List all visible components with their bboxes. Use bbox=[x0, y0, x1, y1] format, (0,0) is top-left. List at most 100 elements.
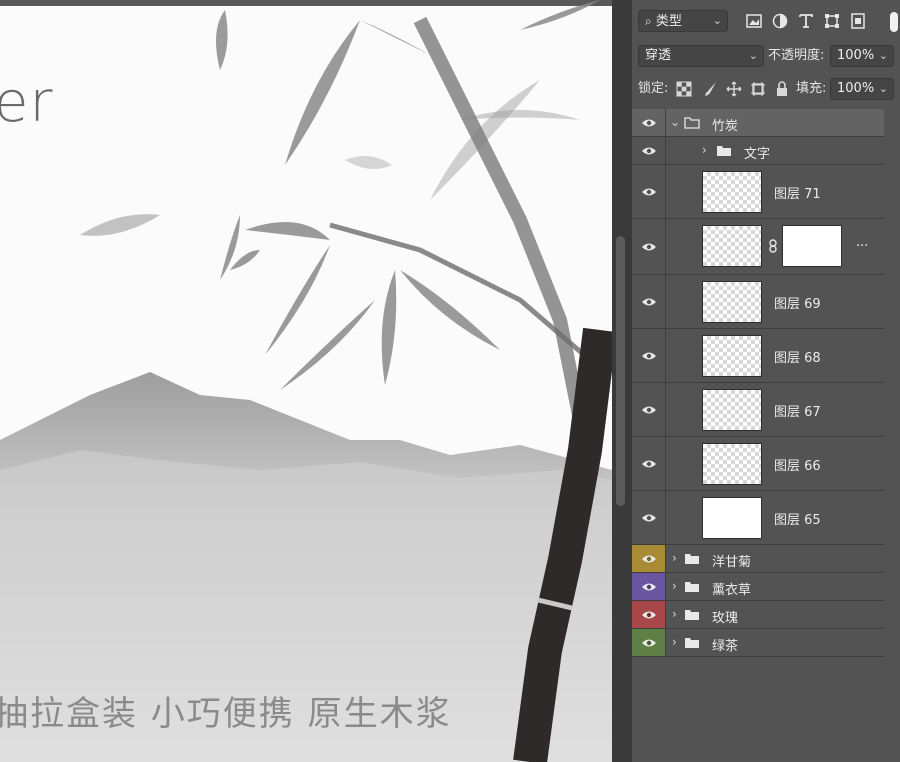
layer-group-text[interactable]: › 文字 bbox=[632, 137, 884, 165]
layer-thumbnail bbox=[702, 171, 762, 213]
layers-list: ⌄ 竹炭 › 文字 图层 71 ... 图层 69 图层 68 图层 67 图层… bbox=[632, 109, 900, 659]
visibility-toggle[interactable] bbox=[632, 109, 666, 136]
canvas-vertical-scrollbar[interactable] bbox=[616, 236, 625, 506]
blend-mode-dropdown[interactable]: 穿透 ⌄ bbox=[638, 45, 764, 67]
fill-value: 100% bbox=[837, 81, 875, 96]
chevron-down-icon: ⌄ bbox=[748, 49, 758, 62]
slogan-text: 抽拉盒装 小巧便携 原生木浆 bbox=[0, 694, 452, 734]
layer-filter-kind-value: 类型 bbox=[655, 14, 682, 29]
eye-icon bbox=[641, 583, 656, 590]
chevron-down-icon: ⌄ bbox=[878, 49, 888, 62]
eye-icon bbox=[641, 243, 656, 250]
layer-thumbnail bbox=[702, 497, 762, 539]
eye-icon bbox=[641, 611, 656, 618]
chevron-right-icon[interactable]: › bbox=[702, 143, 707, 157]
link-icon[interactable] bbox=[768, 239, 778, 253]
layer-name: 文字 bbox=[744, 147, 771, 162]
adjustment-layer-filter-icon[interactable] bbox=[772, 13, 788, 29]
opacity-input[interactable]: 100% ⌄ bbox=[830, 45, 894, 67]
visibility-toggle[interactable] bbox=[632, 165, 666, 218]
chevron-right-icon[interactable]: › bbox=[672, 579, 677, 593]
pixel-layer-filter-icon[interactable] bbox=[746, 13, 762, 29]
type-layer-filter-icon[interactable] bbox=[798, 13, 814, 29]
layer-name: 图层 65 bbox=[774, 513, 821, 528]
fill-label: 填充: bbox=[796, 81, 827, 96]
smart-object-filter-icon[interactable] bbox=[850, 13, 866, 29]
lock-image-pixels-icon[interactable] bbox=[702, 81, 718, 97]
layer-thumbnail bbox=[702, 281, 762, 323]
layer-name: 薰衣草 bbox=[712, 583, 752, 598]
folder-open-icon bbox=[684, 117, 700, 129]
folder-icon bbox=[685, 554, 699, 564]
layer-group-chamomile[interactable]: › 洋甘菊 bbox=[632, 545, 884, 573]
layer-group-bamboo-charcoal[interactable]: ⌄ 竹炭 bbox=[632, 109, 884, 137]
layers-panel: ⌕ 类型 ⌄ 穿透 ⌄ 不透明度: 100% ⌄ 锁定: 填充: 100% ⌄ … bbox=[632, 0, 900, 762]
visibility-toggle[interactable] bbox=[632, 437, 666, 490]
visibility-toggle[interactable] bbox=[632, 329, 666, 382]
chevron-down-icon[interactable]: ⌄ bbox=[670, 115, 680, 129]
lock-all-icon[interactable] bbox=[774, 81, 790, 97]
visibility-toggle[interactable] bbox=[632, 219, 666, 274]
shape-layer-filter-icon[interactable] bbox=[824, 13, 840, 29]
document-canvas[interactable]: er 抽拉盒装 小巧便携 原生木浆 bbox=[0, 0, 612, 762]
folder-icon bbox=[685, 582, 699, 592]
folder-icon bbox=[717, 146, 731, 156]
chevron-right-icon[interactable]: › bbox=[672, 551, 677, 565]
layer-mask-thumbnail[interactable] bbox=[782, 225, 842, 267]
lock-transparent-pixels-icon[interactable] bbox=[676, 81, 692, 97]
layer-name: 图层 69 bbox=[774, 297, 821, 312]
layer-name: 图层 66 bbox=[774, 459, 821, 474]
more-indicator: ... bbox=[856, 235, 869, 250]
eye-icon bbox=[641, 352, 656, 359]
layer-69[interactable]: 图层 69 bbox=[632, 275, 884, 329]
layer-name: 图层 71 bbox=[774, 187, 821, 202]
layer-thumbnail bbox=[702, 389, 762, 431]
chevron-right-icon[interactable]: › bbox=[672, 635, 677, 649]
layer-67[interactable]: 图层 67 bbox=[632, 383, 884, 437]
chevron-right-icon[interactable]: › bbox=[672, 607, 677, 621]
lock-artboard-icon[interactable] bbox=[750, 81, 766, 97]
eye-icon bbox=[641, 639, 656, 646]
visibility-toggle[interactable] bbox=[632, 573, 666, 600]
layer-thumbnail bbox=[702, 335, 762, 377]
layer-name: 洋甘菊 bbox=[712, 555, 752, 570]
search-icon: ⌕ bbox=[645, 14, 652, 28]
eye-icon bbox=[641, 460, 656, 467]
eye-icon bbox=[641, 514, 656, 521]
chevron-down-icon: ⌄ bbox=[712, 14, 722, 27]
chevron-down-icon: ⌄ bbox=[878, 82, 888, 95]
masked-layer[interactable]: ... bbox=[632, 219, 884, 275]
visibility-toggle[interactable] bbox=[632, 601, 666, 628]
layer-group-rose[interactable]: › 玫瑰 bbox=[632, 601, 884, 629]
visibility-toggle[interactable] bbox=[632, 383, 666, 436]
eye-icon bbox=[641, 147, 656, 154]
layer-filter-kind-dropdown[interactable]: ⌕ 类型 ⌄ bbox=[638, 10, 728, 32]
layer-thumbnail bbox=[702, 443, 762, 485]
folder-icon bbox=[685, 610, 699, 620]
eye-icon bbox=[641, 298, 656, 305]
layer-71[interactable]: 图层 71 bbox=[632, 165, 884, 219]
opacity-label: 不透明度: bbox=[768, 48, 825, 63]
ink-painting-artwork bbox=[0, 0, 612, 762]
layer-group-green-tea[interactable]: › 绿茶 bbox=[632, 629, 884, 657]
eye-icon bbox=[641, 119, 656, 126]
visibility-toggle[interactable] bbox=[632, 275, 666, 328]
layer-name: 竹炭 bbox=[712, 119, 739, 134]
eye-icon bbox=[641, 555, 656, 562]
layer-66[interactable]: 图层 66 bbox=[632, 437, 884, 491]
blend-mode-value: 穿透 bbox=[645, 48, 672, 63]
layer-group-lavender[interactable]: › 薰衣草 bbox=[632, 573, 884, 601]
visibility-toggle[interactable] bbox=[632, 491, 666, 544]
visibility-toggle[interactable] bbox=[632, 545, 666, 572]
visibility-toggle[interactable] bbox=[632, 137, 666, 164]
eye-icon bbox=[641, 406, 656, 413]
filter-toggle-switch[interactable] bbox=[890, 12, 898, 32]
layer-thumbnail bbox=[702, 225, 762, 267]
lock-position-icon[interactable] bbox=[726, 81, 742, 97]
layer-name: 玫瑰 bbox=[712, 611, 739, 626]
fill-input[interactable]: 100% ⌄ bbox=[830, 78, 894, 100]
eye-icon bbox=[641, 188, 656, 195]
layer-65[interactable]: 图层 65 bbox=[632, 491, 884, 545]
layer-68[interactable]: 图层 68 bbox=[632, 329, 884, 383]
visibility-toggle[interactable] bbox=[632, 629, 666, 656]
